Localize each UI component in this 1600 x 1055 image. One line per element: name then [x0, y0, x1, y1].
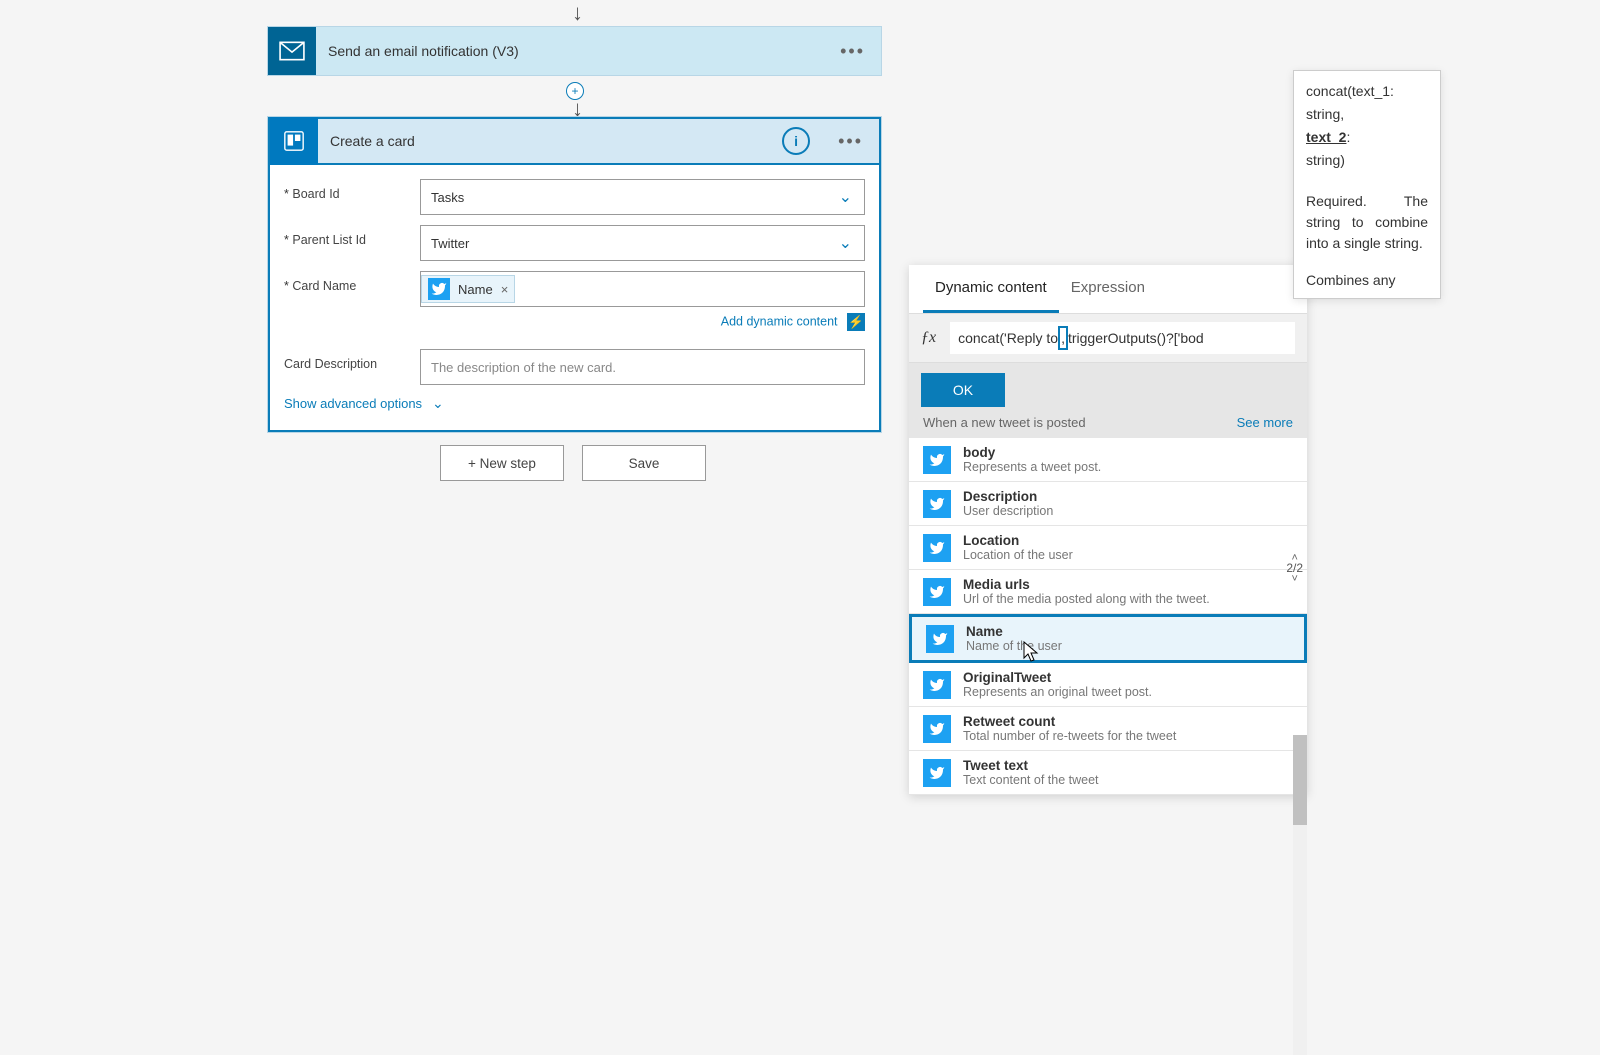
item-title: body [963, 445, 1293, 460]
show-advanced-options[interactable]: Show advanced options ⌄ [284, 395, 865, 412]
item-title: Location [963, 533, 1293, 548]
twitter-icon [926, 625, 954, 653]
twitter-icon [923, 534, 951, 562]
dynamic-item-media-urls[interactable]: Media urlsUrl of the media posted along … [909, 570, 1307, 614]
trello-action-header[interactable]: Create a card i ••• [268, 117, 881, 165]
scrollbar-thumb[interactable] [1293, 735, 1307, 825]
scroll-arrows[interactable]: ˄2/2˅ [1286, 553, 1303, 584]
item-desc: Represents a tweet post. [963, 460, 1293, 474]
trello-icon [270, 117, 318, 165]
item-desc: User description [963, 504, 1293, 518]
arrow-down-icon: ↓ [572, 0, 583, 26]
trello-action-card: Create a card i ••• * Board Id Tasks ⌄ *… [267, 116, 882, 433]
dynamic-item-description[interactable]: DescriptionUser description [909, 482, 1307, 526]
email-action-menu[interactable]: ••• [824, 41, 881, 62]
item-title: Name [966, 624, 1290, 639]
name-token[interactable]: Name × [421, 275, 515, 303]
function-tooltip: concat(text_1: string, text_2: string) R… [1293, 70, 1441, 299]
item-desc: Represents an original tweet post. [963, 685, 1293, 699]
dynamic-item-location[interactable]: LocationLocation of the user [909, 526, 1307, 570]
item-desc: Text content of the tweet [963, 773, 1293, 787]
save-button[interactable]: Save [582, 445, 706, 481]
dynamic-item-retweet-count[interactable]: Retweet countTotal number of re-tweets f… [909, 707, 1307, 751]
card-name-input[interactable]: Name × [420, 271, 865, 307]
chevron-down-icon: ⌄ [839, 187, 852, 207]
item-title: Tweet text [963, 758, 1293, 773]
twitter-icon [428, 278, 450, 300]
info-icon[interactable]: i [782, 127, 810, 155]
item-desc: Name of the user [966, 639, 1290, 653]
tab-expression[interactable]: Expression [1059, 265, 1157, 313]
chevron-down-icon: ⌄ [839, 233, 852, 253]
dynamic-content-panel: ˄2/2˅ Dynamic content Expression ƒx conc… [909, 265, 1307, 795]
ok-button[interactable]: OK [921, 373, 1005, 407]
item-title: Retweet count [963, 714, 1293, 729]
twitter-icon [923, 446, 951, 474]
section-header: When a new tweet is posted [923, 415, 1086, 430]
dynamic-items-list: bodyRepresents a tweet post.DescriptionU… [909, 438, 1307, 795]
dynamic-item-tweet-text[interactable]: Tweet textText content of the tweet [909, 751, 1307, 795]
email-action-title: Send an email notification (V3) [316, 43, 824, 59]
remove-token-icon[interactable]: × [501, 282, 509, 297]
twitter-icon [923, 490, 951, 518]
chevron-down-icon: ⌄ [432, 395, 444, 412]
email-action-card[interactable]: Send an email notification (V3) ••• [267, 26, 882, 76]
trello-action-menu[interactable]: ••• [822, 131, 879, 152]
dynamic-item-body[interactable]: bodyRepresents a tweet post. [909, 438, 1307, 482]
fx-icon: ƒx [921, 329, 936, 347]
item-desc: Location of the user [963, 548, 1293, 562]
card-desc-input[interactable]: The description of the new card. [420, 349, 865, 385]
item-desc: Url of the media posted along with the t… [963, 592, 1293, 606]
board-id-select[interactable]: Tasks ⌄ [420, 179, 865, 215]
board-id-label: * Board Id [284, 179, 420, 201]
twitter-icon [923, 759, 951, 787]
item-title: OriginalTweet [963, 670, 1293, 685]
twitter-icon [923, 578, 951, 606]
dynamic-item-name[interactable]: NameName of the user [909, 614, 1307, 663]
item-desc: Total number of re-tweets for the tweet [963, 729, 1293, 743]
tab-dynamic-content[interactable]: Dynamic content [923, 265, 1059, 313]
item-title: Description [963, 489, 1293, 504]
parent-list-select[interactable]: Twitter ⌄ [420, 225, 865, 261]
dynamic-item-originaltweet[interactable]: OriginalTweetRepresents an original twee… [909, 663, 1307, 707]
see-more-link[interactable]: See more [1237, 415, 1293, 430]
add-dynamic-icon[interactable]: ⚡ [847, 313, 865, 331]
email-icon [268, 27, 316, 75]
trello-action-title: Create a card [318, 133, 782, 149]
card-name-label: * Card Name [284, 271, 420, 293]
add-step-plus-icon[interactable]: + [566, 82, 584, 100]
item-title: Media urls [963, 577, 1293, 592]
parent-list-label: * Parent List Id [284, 225, 420, 247]
expression-input[interactable]: concat('Reply to ,triggerOutputs()?['bod [950, 322, 1295, 354]
twitter-icon [923, 715, 951, 743]
add-dynamic-content-link[interactable]: Add dynamic content ⚡ [420, 313, 865, 331]
card-desc-label: Card Description [284, 349, 420, 371]
new-step-button[interactable]: + New step [440, 445, 564, 481]
twitter-icon [923, 671, 951, 699]
